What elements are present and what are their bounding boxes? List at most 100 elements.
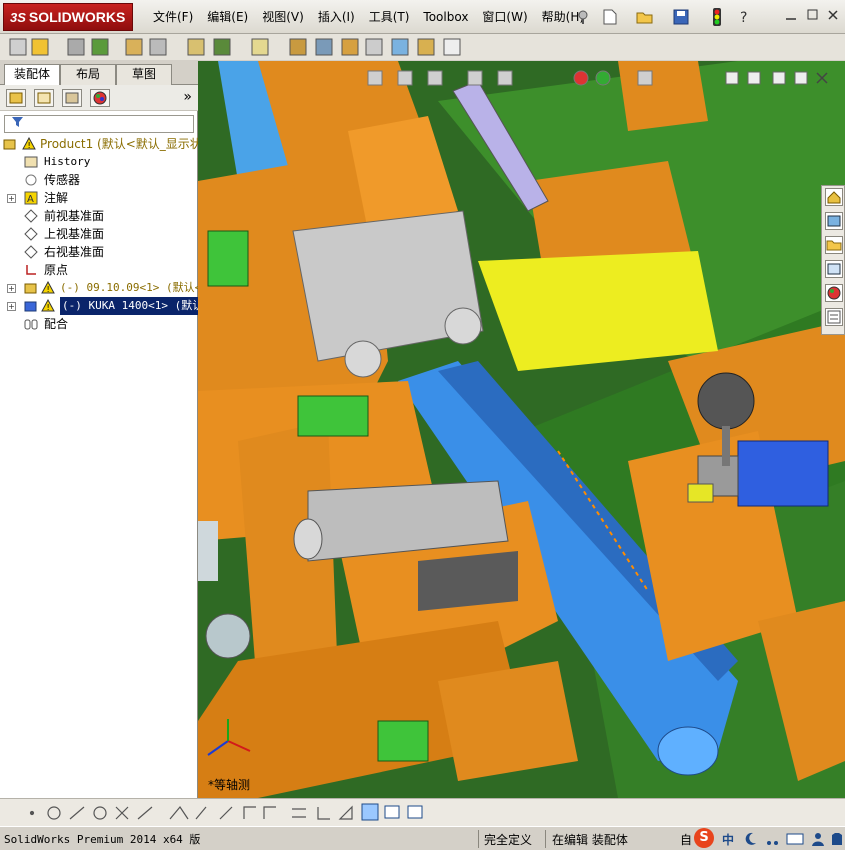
configuration-manager-icon[interactable] — [62, 89, 82, 107]
display-manager-icon[interactable] — [90, 89, 110, 107]
close-icon[interactable] — [827, 9, 839, 25]
title-menu-bar: 3S SOLIDWORKS 文件(F) 编辑(E) 视图(V) 插入(I) 工具… — [0, 0, 845, 34]
logo-prefix: 3S — [10, 9, 26, 25]
funnel-icon[interactable] — [11, 117, 25, 131]
logo-text: SOLIDWORKS — [28, 9, 126, 25]
tree-item-top-plane[interactable]: 上视基准面 — [0, 225, 198, 243]
expand-toggle[interactable]: + — [7, 194, 16, 203]
home-icon[interactable] — [825, 188, 843, 206]
menu-toolbox[interactable]: Toolbox — [416, 9, 475, 25]
menu-file[interactable]: 文件(F) — [146, 9, 200, 25]
graphics-viewport[interactable]: *等轴测 — [198, 61, 845, 798]
tree-item-front-plane[interactable]: 前视基准面 — [0, 207, 198, 225]
sketch-toolbar — [0, 798, 845, 826]
tab-sketch[interactable]: 草图 — [116, 64, 172, 85]
tree-item-label: History — [44, 155, 91, 168]
custom-properties-icon[interactable] — [825, 308, 843, 326]
tab-layout[interactable]: 布局 — [60, 64, 116, 85]
punctuation-icon[interactable] — [764, 831, 780, 850]
warning-icon: ! — [41, 298, 55, 312]
svg-text:!: ! — [28, 141, 31, 150]
open-folder-icon[interactable] — [636, 8, 654, 26]
tree-item-mates[interactable]: 配合 — [0, 315, 198, 333]
keyboard-icon[interactable] — [786, 831, 804, 850]
shirt-icon[interactable] — [830, 831, 844, 850]
tree-item-label: 右视基准面 — [44, 245, 105, 259]
svg-text:?: ? — [740, 10, 747, 25]
tree-filter[interactable] — [4, 115, 194, 133]
plane-icon — [24, 209, 38, 223]
status-divider — [478, 830, 479, 848]
annotation-icon: A — [24, 191, 38, 205]
minimize-icon[interactable] — [785, 9, 797, 25]
panel-icon-tabs: » — [0, 85, 198, 111]
assembly-icon — [3, 137, 17, 151]
version-text: SolidWorks Premium 2014 x64 版 — [4, 833, 201, 846]
sensor-icon — [24, 173, 38, 187]
solidworks-logo[interactable]: 3S SOLIDWORKS — [3, 3, 133, 31]
expand-toggle[interactable]: + — [7, 302, 16, 311]
assembly-model-render — [198, 61, 845, 798]
restore-icon[interactable] — [806, 9, 818, 25]
tree-item-label: 配合 — [44, 317, 69, 331]
menu-view[interactable]: 视图(V) — [255, 9, 311, 25]
tree-item-label: 上视基准面 — [44, 227, 105, 241]
new-document-icon[interactable] — [601, 8, 619, 26]
definition-state: 完全定义 — [484, 833, 533, 847]
status-divider — [545, 830, 546, 848]
tree-item-origin[interactable]: 原点 — [0, 261, 198, 279]
feature-tree-icon[interactable] — [6, 89, 26, 107]
status-bar: SolidWorks Premium 2014 x64 版 完全定义 在编辑 装… — [0, 826, 845, 850]
svg-text:!: ! — [47, 303, 50, 312]
menu-edit[interactable]: 编辑(E) — [200, 9, 255, 25]
tree-item-annotations[interactable]: + A 注解 — [0, 189, 198, 207]
tree-item-label: 注解 — [44, 191, 69, 205]
tree-item-right-plane[interactable]: 右视基准面 — [0, 243, 198, 261]
svg-text:!: ! — [47, 285, 50, 294]
menu-insert[interactable]: 插入(I) — [311, 9, 362, 25]
user-icon[interactable] — [810, 831, 826, 850]
tree-item-sensors[interactable]: 传感器 — [0, 171, 198, 189]
svg-text:A: A — [27, 194, 34, 205]
tree-item-kuka-1400[interactable]: + ! (-) KUKA 1400<1> (默认< — [0, 297, 212, 315]
panel-tabs: 装配体 布局 草图 — [0, 61, 198, 86]
library-icon[interactable] — [825, 212, 843, 230]
menu-window[interactable]: 窗口(W) — [475, 9, 534, 25]
plane-icon — [24, 227, 38, 241]
pin-icon[interactable] — [574, 8, 592, 26]
feature-manager-panel: 装配体 布局 草图 » ! Product1 (默认<默认_显示状 Histor… — [0, 61, 212, 850]
expand-toggle[interactable]: + — [7, 284, 16, 293]
plane-icon — [24, 245, 38, 259]
sketch-tool-icons[interactable] — [0, 799, 460, 827]
tree-item-history[interactable]: History — [0, 153, 198, 171]
origin-icon — [24, 263, 38, 277]
history-icon — [24, 155, 38, 169]
ime-mode-text: 自 — [680, 833, 693, 847]
menu-tools[interactable]: 工具(T) — [362, 9, 417, 25]
tree-root-label: Product1 (默认<默认_显示状 — [40, 137, 202, 151]
expand-all-button[interactable]: » — [183, 89, 192, 105]
window-controls — [785, 9, 839, 25]
moon-icon[interactable] — [742, 831, 758, 850]
mates-icon — [24, 317, 38, 331]
folder-icon[interactable] — [825, 236, 843, 254]
tree-root[interactable]: ! Product1 (默认<默认_显示状 — [0, 135, 202, 153]
tree-item-part-091009[interactable]: + ! (-) 09.10.09<1> (默认< — [0, 279, 202, 297]
solidworks-window: { "app": {"logo_text": "SOLIDWORKS", "lo… — [0, 0, 845, 850]
appearances-icon[interactable] — [825, 284, 843, 302]
sogou-ime-icon[interactable]: S — [694, 828, 714, 848]
tree-item-label: (-) KUKA 1400<1> (默认< — [60, 297, 212, 315]
save-icon[interactable] — [672, 8, 690, 26]
tree-item-label: 传感器 — [44, 173, 81, 187]
help-icon[interactable]: ? — [736, 8, 754, 26]
tree-item-label: 原点 — [44, 263, 69, 277]
traffic-light-icon[interactable] — [708, 8, 726, 26]
view-palette-icon[interactable] — [825, 260, 843, 278]
warning-icon: ! — [41, 280, 55, 294]
property-manager-icon[interactable] — [34, 89, 54, 107]
main-menu: 文件(F) 编辑(E) 视图(V) 插入(I) 工具(T) Toolbox 窗口… — [146, 9, 591, 25]
toolbar-icons[interactable] — [0, 34, 470, 60]
ime-chinese-indicator[interactable]: 中 — [722, 831, 734, 848]
tree-item-label: (-) 09.10.09<1> (默认< — [60, 281, 202, 294]
tab-assembly[interactable]: 装配体 — [4, 64, 60, 86]
